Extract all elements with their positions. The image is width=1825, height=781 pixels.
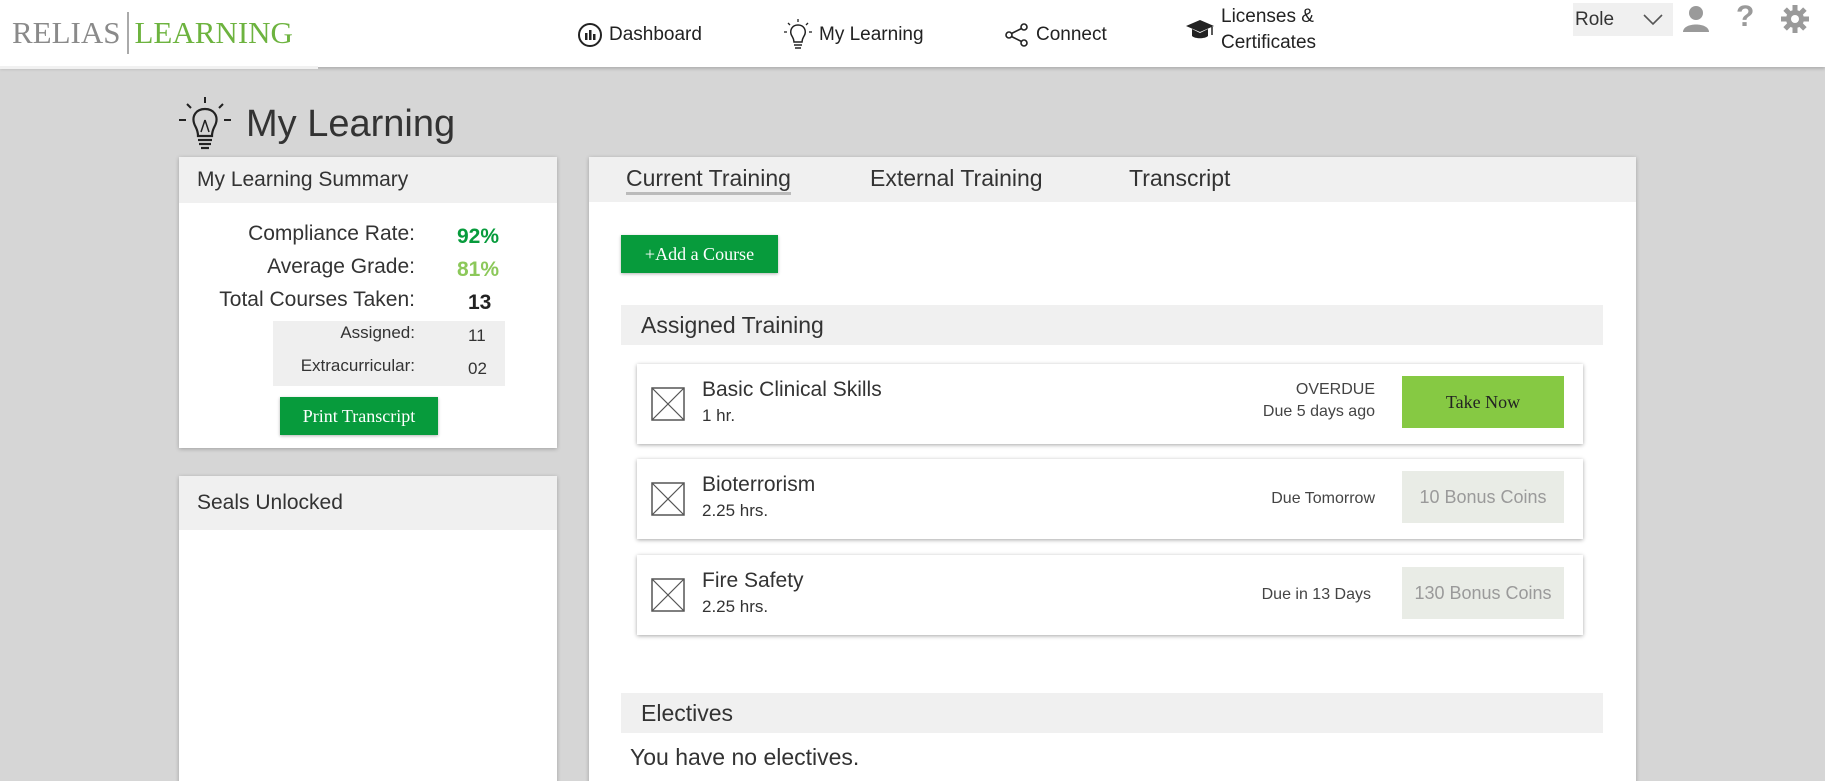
- relias-learning-logo[interactable]: RELIAS LEARNING: [12, 8, 293, 58]
- nav-licenses-label: Licenses & Certificates: [1221, 6, 1317, 53]
- logo-divider: [126, 12, 129, 54]
- course-duration: 1 hr.: [702, 406, 736, 425]
- image-placeholder-icon: [651, 387, 685, 421]
- extracurricular-label: Extracurricular:: [300, 356, 415, 375]
- tab-external-training[interactable]: External Training: [870, 165, 1043, 192]
- bonus-coins-badge: 10 Bonus Coins: [1402, 471, 1564, 523]
- average-grade-row: Average Grade:: [179, 255, 415, 281]
- course-name[interactable]: Bioterrorism: [702, 473, 815, 497]
- compliance-rate-value: 92%: [457, 225, 500, 248]
- chevron-down-icon: [1643, 13, 1663, 25]
- extracurricular-value: 02: [468, 359, 487, 378]
- course-name[interactable]: Fire Safety: [702, 569, 804, 593]
- course-row[interactable]: Basic Clinical Skills 1 hr. OVERDUE Due …: [637, 364, 1583, 444]
- compliance-rate-label: Compliance Rate:: [248, 222, 415, 245]
- course-name[interactable]: Basic Clinical Skills: [702, 378, 882, 402]
- course-due-date: Due 5 days ago: [1262, 403, 1375, 420]
- help-icon[interactable]: ?: [1736, 0, 1754, 34]
- take-now-button[interactable]: Take Now: [1402, 376, 1564, 428]
- course-row[interactable]: Fire Safety 2.25 hrs. Due in 13 Days 130…: [637, 555, 1583, 635]
- nav-dashboard[interactable]: Dashboard: [577, 14, 702, 56]
- role-dropdown-value: Role: [1575, 8, 1615, 30]
- training-panel: Current Training External Training Trans…: [589, 157, 1636, 781]
- tab-current-training[interactable]: Current Training: [626, 165, 791, 195]
- print-transcript-button[interactable]: Print Transcript: [280, 397, 438, 435]
- add-course-button[interactable]: +Add a Course: [621, 235, 778, 273]
- seals-unlocked-card: Seals Unlocked: [179, 476, 557, 781]
- total-courses-value: 13: [468, 291, 492, 314]
- nav-my-learning-label: My Learning: [819, 24, 924, 45]
- learning-summary-card: My Learning Summary Compliance Rate: 92%…: [179, 157, 557, 448]
- role-dropdown[interactable]: Role: [1573, 3, 1673, 36]
- course-due-date: Due Tomorrow: [1271, 490, 1375, 507]
- lightbulb-icon: [784, 19, 812, 49]
- image-placeholder-icon: [651, 482, 685, 516]
- total-courses-label: Total Courses Taken:: [219, 288, 415, 311]
- tab-transcript[interactable]: Transcript: [1129, 165, 1230, 192]
- average-grade-label: Average Grade:: [267, 255, 415, 278]
- gear-icon[interactable]: [1780, 4, 1810, 39]
- summary-card-title: My Learning Summary: [179, 157, 557, 203]
- seals-card-title: Seals Unlocked: [179, 476, 557, 530]
- course-breakdown-box: Assigned: 11 Extracurricular: 02: [273, 321, 505, 386]
- share-icon: [1005, 23, 1028, 47]
- page-title: My Learning: [178, 96, 455, 152]
- bonus-coins-badge: 130 Bonus Coins: [1402, 567, 1564, 619]
- nav-licenses-certificates[interactable]: Licenses & Certificates: [1185, 6, 1331, 53]
- dashboard-icon: [578, 23, 602, 47]
- nav-connect-label: Connect: [1036, 24, 1107, 45]
- electives-header: Electives: [621, 693, 1603, 733]
- total-courses-row: Total Courses Taken:: [179, 288, 415, 314]
- course-status-overdue: OVERDUE: [1295, 381, 1375, 398]
- nav-my-learning[interactable]: My Learning: [783, 14, 924, 56]
- assigned-label: Assigned:: [340, 323, 415, 342]
- page-title-text: My Learning: [246, 102, 456, 145]
- training-tabs: Current Training External Training Trans…: [589, 157, 1636, 202]
- graduation-cap-icon: [1186, 20, 1214, 39]
- course-duration: 2.25 hrs.: [702, 597, 769, 616]
- nav-connect[interactable]: Connect: [1004, 14, 1107, 56]
- course-due-date: Due in 13 Days: [1261, 586, 1371, 603]
- logo-underline: [0, 66, 318, 69]
- course-row[interactable]: Bioterrorism 2.25 hrs. Due Tomorrow 10 B…: [637, 459, 1583, 539]
- assigned-value: 11: [468, 326, 486, 345]
- no-electives-message: You have no electives.: [630, 744, 860, 770]
- course-duration: 2.25 hrs.: [702, 501, 769, 520]
- nav-dashboard-label: Dashboard: [609, 24, 702, 45]
- image-placeholder-icon: [651, 578, 685, 612]
- user-profile-icon[interactable]: [1682, 4, 1710, 37]
- assigned-training-header: Assigned Training: [621, 305, 1603, 345]
- lightbulb-icon: [179, 97, 231, 150]
- top-navigation-bar: RELIAS LEARNING Dashboard My Learning Co…: [0, 0, 1825, 69]
- compliance-rate-row: Compliance Rate:: [179, 222, 415, 248]
- average-grade-value: 81%: [457, 258, 500, 281]
